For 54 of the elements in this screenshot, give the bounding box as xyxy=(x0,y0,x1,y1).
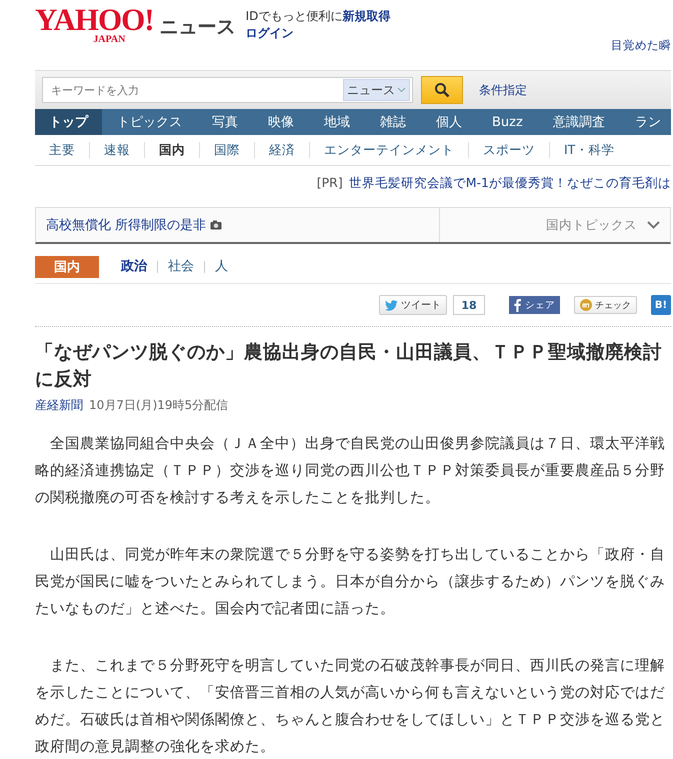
bird-icon xyxy=(385,300,398,310)
subcategory-link[interactable]: 社会 xyxy=(158,261,205,273)
tweet-button[interactable]: ツイート xyxy=(379,295,447,315)
category-tab[interactable]: 速報 xyxy=(90,142,145,158)
logo-subtitle: JAPAN xyxy=(93,34,126,46)
nav-tab[interactable]: Buzz xyxy=(477,109,538,135)
chevron-icon[interactable] xyxy=(647,221,660,229)
search-field[interactable]: キーワードを入力 ニュース xyxy=(42,77,413,103)
category-tab[interactable]: エンターテインメント xyxy=(310,142,469,158)
bookmark-button[interactable]: B! xyxy=(651,295,671,315)
category-tab[interactable]: 経済 xyxy=(255,142,310,158)
promo-link[interactable]: 目覚めた瞬 xyxy=(611,38,671,53)
article-paragraph: また、これまで５分野死守を明言していた同党の石破茂幹事長が同日、西川氏の発言に理解を示したことについて、「安倍晋三首相の人気が高いから何も言えないという党の対応ではだめだ。石破氏は首相や関係閣僚と、ちゃんと腹合わせをしてほしい」とＴＰＰ交渉を巡る党と政府間の意見調整の強化を求めた。 xyxy=(35,656,666,757)
logo[interactable]: YAHOO! xyxy=(35,6,154,34)
search-icon xyxy=(434,82,450,98)
subcategory-link[interactable]: 人 xyxy=(205,261,238,273)
share-button[interactable]: シェア xyxy=(509,296,560,314)
register-link[interactable]: 新規取得 xyxy=(342,8,390,25)
nav-tab[interactable]: 写真 xyxy=(197,109,253,135)
chevron-icon xyxy=(397,87,406,93)
search-options-link[interactable]: 条件指定 xyxy=(479,82,527,98)
nav-tab[interactable]: 雑誌 xyxy=(365,109,421,135)
source-link[interactable]: 産経新聞 xyxy=(35,397,83,414)
category-tab[interactable]: IT・科学 xyxy=(550,142,614,158)
category-tab[interactable]: 国際 xyxy=(200,142,255,158)
nav-tab[interactable]: 個人 xyxy=(421,109,477,135)
camera-icon xyxy=(210,220,222,230)
publish-date: 10月7日(月)19時5分配信 xyxy=(89,397,228,414)
section-label: 国内 xyxy=(35,256,99,278)
check-button[interactable]: チェック xyxy=(574,296,637,314)
nav-tab[interactable]: トピックス xyxy=(102,109,197,135)
nav-tab[interactable]: 映像 xyxy=(253,109,309,135)
topic-link[interactable]: 高校無償化 所得制限の是非 xyxy=(46,216,206,234)
login-link[interactable]: ログイン xyxy=(246,25,390,42)
article-title: 「なぜパンツ脱ぐのか」農協出身の自民・山田議員、ＴＰＰ聖域撤廃検討に反対 xyxy=(35,341,663,392)
article-paragraph: 山田氏は、同党が昨年末の衆院選で５分野を守る姿勢を打ち出していることから「政府・自民党が国民に嘘をついたとみられてしまう。日本が自分から（譲歩するため）パンツを脱ぐみたいなものだ」と述べた。国会内で記者団に語った。 xyxy=(35,546,666,619)
nav-tab[interactable]: トップ xyxy=(35,109,102,135)
id-prompt: IDでもっと便利に xyxy=(246,8,342,25)
scope-dropdown[interactable]: ニュース xyxy=(343,79,410,101)
article-paragraph: 全国農業協同組合中央会（ＪＡ全中）出身で自民党の山田俊男参院議員は７日、環太平洋戦略的経済連携協定（ＴＰＰ）交渉を巡り同党の西川公也ＴＰＰ対策委員長が重要農産品５分野の関税撤廃の可否を検討する考えを示したことを批判した。 xyxy=(35,434,666,508)
nav-tab[interactable]: 意識調査 xyxy=(538,109,620,135)
nav-tab[interactable]: 地域 xyxy=(309,109,365,135)
category-tab[interactable]: 国内 xyxy=(145,142,200,158)
category-tab[interactable]: 主要 xyxy=(35,142,90,158)
nav-tab[interactable]: ラン xyxy=(620,109,673,135)
search-button[interactable] xyxy=(421,76,463,104)
subcategory-link[interactable]: 政治 xyxy=(111,261,158,273)
service-name: ニュース xyxy=(160,15,236,40)
facebook-f-icon xyxy=(514,298,521,312)
ad-link[interactable]: 世界毛髪研究会議でM-1が最優秀賞！なぜこの育毛剤は xyxy=(348,175,671,197)
category-tab[interactable]: スポーツ xyxy=(469,142,550,158)
circle-m-icon xyxy=(580,299,592,311)
ad-tag: [PR] xyxy=(316,175,343,197)
tweet-count: 18 xyxy=(453,295,485,315)
